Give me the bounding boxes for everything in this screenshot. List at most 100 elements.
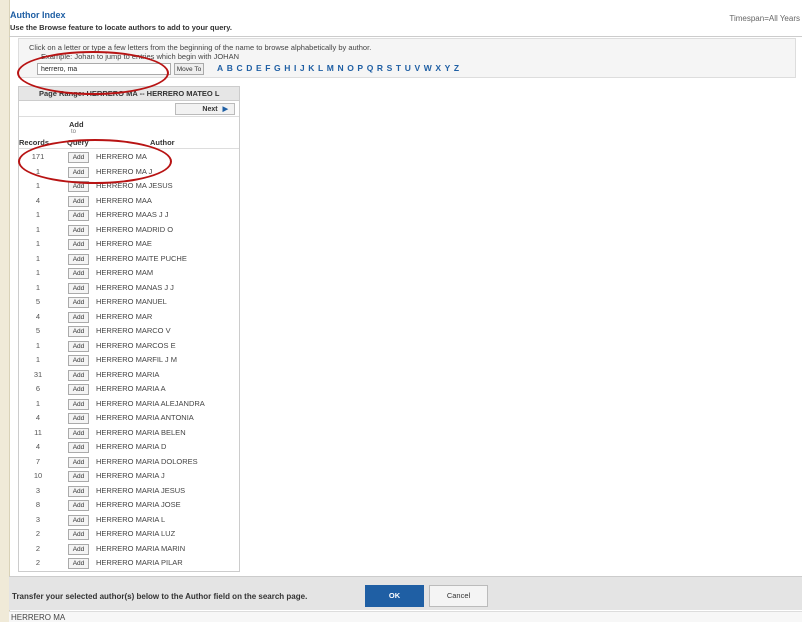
letter-link-i[interactable]: I (294, 63, 296, 73)
add-to-query-button[interactable]: Add (68, 413, 89, 424)
add-to-query-button[interactable]: Add (68, 471, 89, 482)
results-panel: Page Range: HERRERO MA -- HERRERO MATEO … (18, 86, 240, 572)
letter-link-o[interactable]: O (347, 63, 354, 73)
browse-box: Click on a letter or type a few letters … (18, 38, 796, 78)
table-row: 2 Add HERRERO MARIA PILAR (19, 555, 239, 570)
next-button[interactable]: Next ▶ (175, 103, 235, 115)
author-name: HERRERO MARIA L (96, 514, 166, 524)
letter-link-e[interactable]: E (256, 63, 262, 73)
record-count: 2 (35, 558, 41, 567)
author-name: HERRERO MA J (96, 166, 153, 176)
record-count: 1 (35, 340, 41, 350)
add-to-query-button[interactable]: Add (68, 239, 89, 250)
author-name: HERRERO MARFIL J M (96, 355, 177, 364)
table-row: 1 Add HERRERO MAAS J J (19, 207, 239, 222)
letter-link-q[interactable]: Q (367, 63, 374, 73)
record-count: 1 (35, 253, 41, 263)
add-to-query-button[interactable]: Add (68, 456, 89, 468)
record-count: 1 (35, 398, 41, 408)
letter-link-h[interactable]: H (284, 63, 290, 73)
letter-link-m[interactable]: M (327, 63, 334, 73)
add-to-query-button[interactable]: Add (68, 253, 89, 265)
arrow-right-icon: ▶ (222, 106, 228, 113)
record-count: 2 (35, 543, 41, 553)
letter-link-s[interactable]: S (387, 63, 393, 73)
author-name: HERRERO MARIA D (96, 442, 167, 451)
letter-link-w[interactable]: W (424, 63, 432, 73)
letter-link-k[interactable]: K (308, 63, 314, 73)
next-label: Next (202, 106, 218, 113)
alphabet-nav: ABCDEFGHIJKLMNOPQRSTUVWXYZ (217, 63, 459, 73)
author-name: HERRERO MAAS J J (96, 210, 169, 219)
letter-link-j[interactable]: J (300, 63, 305, 73)
table-row: 8 Add HERRERO MARIA JOSE (19, 497, 239, 512)
add-to-query-button[interactable]: Add (68, 282, 89, 294)
add-to-query-button[interactable]: Add (68, 326, 89, 337)
letter-link-a[interactable]: A (217, 63, 223, 73)
letter-link-l[interactable]: L (318, 63, 323, 73)
record-count: 1 (35, 224, 41, 234)
record-count: 11 (34, 427, 42, 437)
add-to-query-button[interactable]: Add (68, 398, 89, 410)
ok-button[interactable]: OK (365, 585, 424, 607)
add-to-query-button[interactable]: Add (68, 369, 89, 381)
letter-link-f[interactable]: F (265, 63, 270, 73)
add-to-query-button[interactable]: Add (68, 427, 89, 439)
letter-link-r[interactable]: R (377, 63, 383, 73)
selected-authors-field[interactable]: HERRERO MA (9, 611, 802, 622)
letter-link-y[interactable]: Y (445, 63, 451, 73)
letter-link-c[interactable]: C (236, 63, 242, 73)
add-to-query-button[interactable]: Add (68, 224, 89, 236)
add-to-query-button[interactable]: Add (68, 543, 89, 555)
add-to-query-button[interactable]: Add (68, 442, 89, 453)
move-to-button[interactable]: Move To (174, 63, 204, 75)
add-to-query-button[interactable]: Add (68, 384, 89, 395)
add-to-query-button[interactable]: Add (68, 152, 89, 163)
letter-link-g[interactable]: G (274, 63, 281, 73)
letter-link-u[interactable]: U (405, 63, 411, 73)
record-count: 7 (35, 456, 41, 466)
letter-link-v[interactable]: V (414, 63, 420, 73)
transfer-instruction: Transfer your selected author(s) below t… (12, 592, 308, 601)
add-to-query-button[interactable]: Add (68, 514, 89, 526)
author-search-input[interactable] (37, 63, 171, 75)
cancel-button[interactable]: Cancel (429, 585, 488, 607)
add-to-query-button[interactable]: Add (68, 500, 89, 511)
add-to-query-button[interactable]: Add (68, 340, 89, 352)
author-name: HERRERO MA (96, 152, 147, 161)
add-to-query-button[interactable]: Add (68, 210, 89, 221)
letter-link-x[interactable]: X (435, 63, 441, 73)
author-name: HERRERO MARIA PILAR (96, 558, 183, 567)
letter-link-p[interactable]: P (357, 63, 363, 73)
author-name: HERRERO MARIA ALEJANDRA (96, 398, 205, 408)
add-to-query-button[interactable]: Add (68, 311, 89, 323)
add-to-query-button[interactable]: Add (68, 195, 89, 207)
add-to-query-button[interactable]: Add (68, 355, 89, 366)
table-row: 4 Add HERRERO MAA (19, 193, 239, 208)
add-to-query-button[interactable]: Add (68, 485, 89, 497)
letter-link-t[interactable]: T (396, 63, 401, 73)
table-row: 4 Add HERRERO MAR (19, 309, 239, 324)
add-to-query-button[interactable]: Add (68, 297, 89, 308)
add-to-query-button[interactable]: Add (68, 558, 89, 569)
letter-link-b[interactable]: B (227, 63, 233, 73)
record-count: 3 (35, 485, 41, 495)
letter-link-d[interactable]: D (246, 63, 252, 73)
table-header: Records Add to Query Author (19, 117, 239, 149)
table-row: 5 Add HERRERO MANUEL (19, 294, 239, 309)
add-to-query-button[interactable]: Add (68, 181, 89, 192)
add-to-query-button[interactable]: Add (68, 268, 89, 279)
record-count: 8 (35, 500, 41, 509)
add-to-query-button[interactable]: Add (68, 166, 89, 178)
add-to-query-button[interactable]: Add (68, 529, 89, 540)
record-count: 1 (35, 210, 41, 219)
col-add-header-line3: Query (67, 138, 89, 147)
author-name: HERRERO MARIA JESUS (96, 485, 186, 495)
record-count: 4 (35, 195, 41, 205)
author-name: HERRERO MAM (96, 268, 154, 277)
table-row: 1 Add HERRERO MADRID O (19, 222, 239, 237)
author-name: HERRERO MARIA J (96, 471, 165, 480)
letter-link-z[interactable]: Z (454, 63, 459, 73)
table-row: 3 Add HERRERO MARIA L (19, 512, 239, 527)
letter-link-n[interactable]: N (337, 63, 343, 73)
